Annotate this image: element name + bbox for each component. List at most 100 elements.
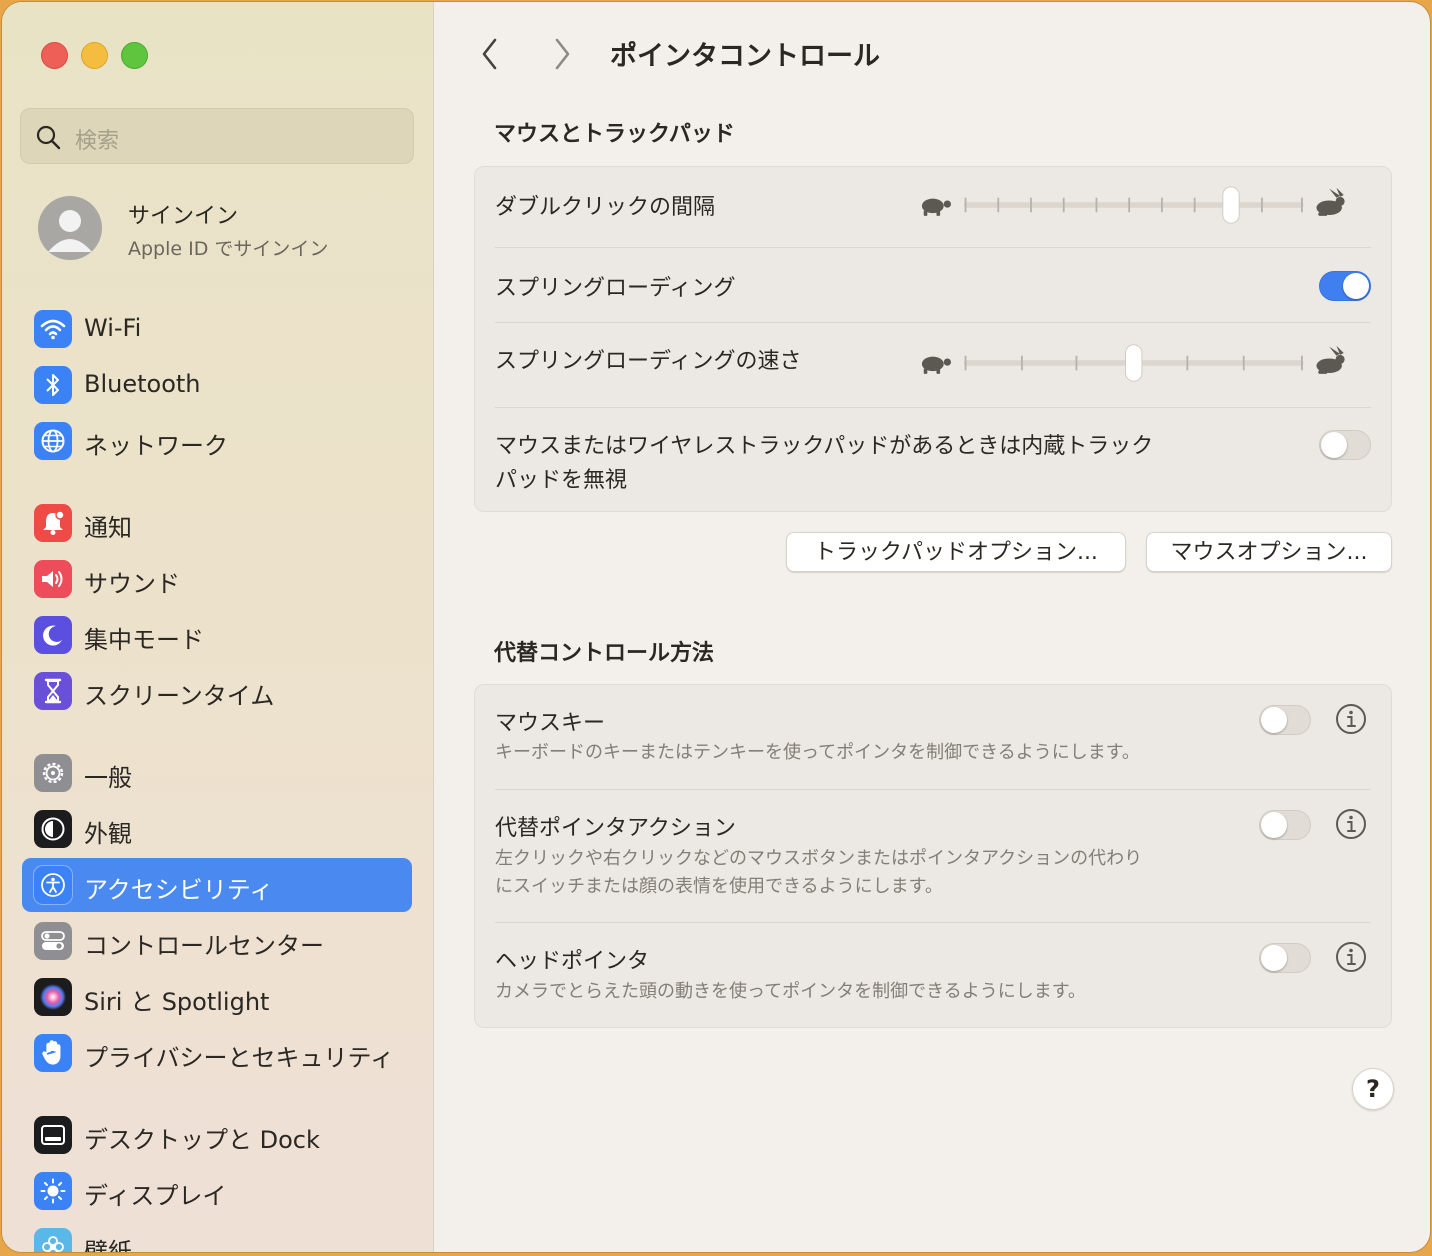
sidebar-item-siri-spotlight[interactable]: Siri と Spotlight bbox=[22, 970, 412, 1024]
sidebar-item-label: Wi-Fi bbox=[84, 314, 142, 342]
sidebar-item-wifi[interactable]: Wi-Fi bbox=[22, 302, 412, 356]
alternate-control-panel: マウスキー キーボードのキーまたはテンキーを使ってポインタを制御できるようにしま… bbox=[474, 684, 1392, 1028]
head-pointer-info-icon[interactable] bbox=[1335, 941, 1367, 973]
globe-icon bbox=[34, 422, 72, 460]
help-button[interactable]: ? bbox=[1352, 1068, 1394, 1110]
minimize-window-button[interactable] bbox=[81, 42, 108, 69]
alt-pointer-toggle[interactable] bbox=[1259, 810, 1311, 840]
mouse-keys-label: マウスキー bbox=[495, 711, 606, 736]
sidebar-item-label: スクリーンタイム bbox=[84, 682, 275, 710]
sidebar-item-focus[interactable]: 集中モード bbox=[22, 608, 412, 662]
double-click-row: ダブルクリックの間隔 bbox=[495, 167, 1371, 247]
head-pointer-description: カメラでとらえた頭の動きを使ってポインタを制御できるようにします。 bbox=[495, 981, 1086, 1002]
sidebar-item-desktop-dock[interactable]: デスクトップと Dock bbox=[22, 1108, 412, 1162]
spring-loading-toggle[interactable] bbox=[1319, 271, 1371, 301]
search-placeholder: 検索 bbox=[75, 129, 120, 154]
mouse-trackpad-panel: ダブルクリックの間隔 スプリングローディング スプリングローディングの速さ マウ… bbox=[474, 166, 1392, 512]
back-button[interactable] bbox=[478, 34, 502, 74]
alt-pointer-info-icon[interactable] bbox=[1335, 808, 1367, 840]
sidebar-item-wallpaper[interactable]: 壁紙 bbox=[22, 1220, 412, 1252]
sidebar-item-label: 外観 bbox=[84, 820, 132, 848]
alt-pointer-row: 代替ポインタアクション 左クリックや右クリックなどのマウスボタンまたはポインタア… bbox=[495, 790, 1371, 922]
sidebar-item-label: 壁紙 bbox=[84, 1238, 132, 1252]
sidebar-item-label: プライバシーとセキュリティ bbox=[84, 1044, 395, 1072]
account-signin[interactable]: サインイン Apple ID でサインイン bbox=[38, 194, 418, 266]
ignore-trackpad-row: マウスまたはワイヤレストラックパッドがあるときは内蔵トラック パッドを無視 bbox=[495, 408, 1371, 508]
forward-button[interactable] bbox=[550, 34, 574, 74]
sidebar-item-label: 一般 bbox=[84, 764, 132, 792]
sidebar-item-appearance[interactable]: 外観 bbox=[22, 802, 412, 856]
avatar bbox=[38, 196, 102, 260]
trackpad-options-button[interactable]: トラックパッドオプション... bbox=[786, 532, 1126, 572]
main-content: ポインタコントロール マウスとトラックパッド ダブルクリックの間隔 スプリングロ… bbox=[434, 2, 1430, 1252]
double-click-label: ダブルクリックの間隔 bbox=[495, 195, 716, 220]
double-click-slider[interactable] bbox=[891, 185, 1371, 225]
mouse-keys-info-icon[interactable] bbox=[1335, 703, 1367, 735]
sidebar-item-privacy[interactable]: プライバシーとセキュリティ bbox=[22, 1026, 412, 1080]
account-name: サインイン bbox=[128, 204, 239, 229]
rabbit-icon bbox=[1316, 345, 1345, 374]
gear-icon bbox=[34, 754, 72, 792]
toggles-icon bbox=[34, 922, 72, 960]
spring-loading-label: スプリングローディング bbox=[495, 276, 736, 301]
head-pointer-row: ヘッドポインタ カメラでとらえた頭の動きを使ってポインタを制御できるようにします… bbox=[495, 923, 1371, 1027]
spring-speed-slider[interactable] bbox=[891, 343, 1371, 383]
mouse-keys-description: キーボードのキーまたはテンキーを使ってポインタを制御できるようにします。 bbox=[495, 742, 1140, 763]
ignore-trackpad-label-line1: マウスまたはワイヤレストラックパッドがあるときは内蔵トラック bbox=[495, 434, 1154, 459]
mouse-keys-row: マウスキー キーボードのキーまたはテンキーを使ってポインタを制御できるようにしま… bbox=[495, 685, 1371, 789]
sun-icon bbox=[34, 1172, 72, 1210]
bluetooth-icon bbox=[34, 366, 72, 404]
sidebar-item-sound[interactable]: サウンド bbox=[22, 552, 412, 606]
search-input[interactable]: 検索 bbox=[20, 108, 414, 164]
mouse-keys-toggle[interactable] bbox=[1259, 705, 1311, 735]
ignore-trackpad-toggle[interactable] bbox=[1319, 430, 1371, 460]
sidebar-item-label: サウンド bbox=[84, 570, 180, 598]
ignore-trackpad-label-line2: パッドを無視 bbox=[495, 468, 628, 493]
account-subtitle: Apple ID でサインイン bbox=[128, 238, 329, 260]
sidebar-item-label: Bluetooth bbox=[84, 370, 201, 398]
head-pointer-label: ヘッドポインタ bbox=[495, 949, 650, 974]
sidebar-item-label: 通知 bbox=[84, 514, 132, 542]
sidebar-item-label: ネットワーク bbox=[84, 432, 228, 460]
alt-pointer-description-line1: 左クリックや右クリックなどのマウスボタンまたはポインタアクションの代わり bbox=[495, 848, 1143, 869]
spring-speed-label: スプリングローディングの速さ bbox=[495, 349, 802, 374]
sidebar-item-label: ディスプレイ bbox=[84, 1182, 227, 1210]
dock-icon bbox=[34, 1116, 72, 1154]
wifi-icon bbox=[34, 310, 72, 348]
sidebar-item-accessibility[interactable]: アクセシビリティ bbox=[22, 858, 412, 912]
zoom-window-button[interactable] bbox=[121, 42, 148, 69]
sidebar-item-label: デスクトップと Dock bbox=[84, 1126, 320, 1154]
section-title-mouse-trackpad: マウスとトラックパッド bbox=[494, 122, 735, 147]
turtle-icon bbox=[921, 356, 951, 374]
page-title: ポインタコントロール bbox=[610, 41, 880, 72]
sidebar-item-control-center[interactable]: コントロールセンター bbox=[22, 914, 412, 968]
sidebar-item-notifications[interactable]: 通知 bbox=[22, 496, 412, 550]
sidebar: 検索 サインイン Apple ID でサインイン Wi-Fi Bluetooth… bbox=[2, 2, 434, 1252]
settings-window: 検索 サインイン Apple ID でサインイン Wi-Fi Bluetooth… bbox=[2, 2, 1430, 1252]
hourglass-icon bbox=[34, 672, 72, 710]
sidebar-item-label: Siri と Spotlight bbox=[84, 988, 270, 1016]
head-pointer-toggle[interactable] bbox=[1259, 943, 1311, 973]
hand-icon bbox=[34, 1034, 72, 1072]
sidebar-item-label: 集中モード bbox=[84, 626, 204, 654]
spring-speed-row: スプリングローディングの速さ bbox=[495, 323, 1371, 407]
turtle-icon bbox=[921, 198, 951, 216]
sidebar-item-bluetooth[interactable]: Bluetooth bbox=[22, 358, 412, 412]
section-title-alternate-control: 代替コントロール方法 bbox=[494, 641, 715, 666]
sidebar-item-screen-time[interactable]: スクリーンタイム bbox=[22, 664, 412, 718]
bell-icon bbox=[34, 504, 72, 542]
sidebar-item-displays[interactable]: ディスプレイ bbox=[22, 1164, 412, 1218]
siri-icon bbox=[34, 978, 72, 1016]
sidebar-item-general[interactable]: 一般 bbox=[22, 746, 412, 800]
search-icon bbox=[36, 125, 61, 150]
mouse-options-button[interactable]: マウスオプション... bbox=[1146, 532, 1392, 572]
flower-icon bbox=[34, 1228, 72, 1252]
spring-loading-row: スプリングローディング bbox=[495, 248, 1371, 322]
sidebar-item-network[interactable]: ネットワーク bbox=[22, 414, 412, 468]
speaker-icon bbox=[34, 560, 72, 598]
moon-icon bbox=[34, 616, 72, 654]
alt-pointer-label: 代替ポインタアクション bbox=[495, 816, 736, 841]
close-window-button[interactable] bbox=[41, 42, 68, 69]
accessibility-icon bbox=[34, 866, 72, 904]
sidebar-item-label: アクセシビリティ bbox=[84, 876, 274, 904]
